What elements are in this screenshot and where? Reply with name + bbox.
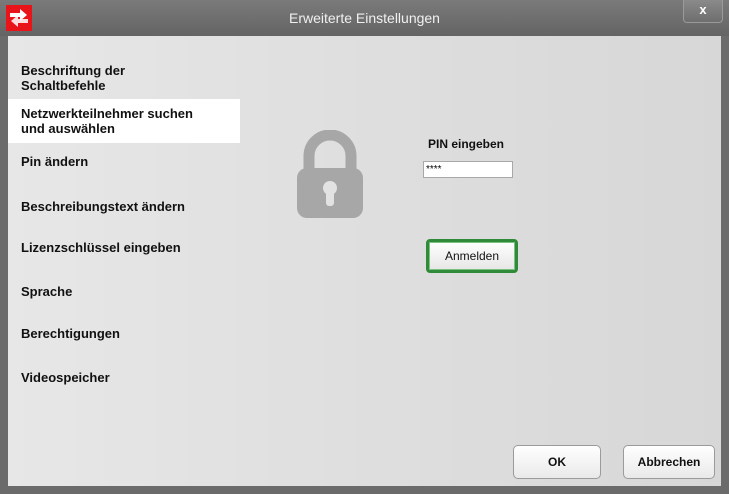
nav-item-change-description[interactable]: Beschreibungstext ändern [8, 199, 240, 214]
nav-item-button-labels[interactable]: Beschriftung der Schaltbefehle [8, 63, 240, 93]
nav-item-label: Beschriftung der [21, 63, 126, 78]
dialog-content: Beschriftung der Schaltbefehle Netzwerkt… [8, 36, 721, 486]
ok-button[interactable]: OK [513, 445, 601, 479]
pin-label: PIN eingeben [428, 137, 505, 151]
settings-nav: Beschriftung der Schaltbefehle Netzwerkt… [8, 36, 240, 486]
login-button[interactable]: Anmelden [426, 239, 518, 273]
nav-item-permissions[interactable]: Berechtigungen [8, 326, 240, 341]
nav-item-label: Netzwerkteilnehmer suchen [21, 106, 193, 121]
nav-item-language[interactable]: Sprache [8, 284, 240, 299]
nav-item-change-pin[interactable]: Pin ändern [8, 154, 240, 169]
dialog-window: Erweiterte Einstellungen x Beschriftung … [0, 0, 729, 494]
cancel-button[interactable]: Abbrechen [623, 445, 715, 479]
nav-item-label: Schaltbefehle [21, 78, 106, 93]
close-icon[interactable]: x [683, 0, 723, 23]
nav-item-video-storage[interactable]: Videospeicher [8, 370, 240, 385]
lock-icon [297, 130, 363, 218]
title-bar[interactable]: Erweiterte Einstellungen x [0, 0, 729, 36]
nav-item-network-participants[interactable]: Netzwerkteilnehmer suchen und auswählen [8, 99, 240, 143]
window-title: Erweiterte Einstellungen [289, 10, 440, 26]
nav-item-label: und auswählen [21, 121, 115, 136]
nav-item-license-key[interactable]: Lizenzschlüssel eingeben [8, 240, 240, 255]
pin-input[interactable] [423, 161, 513, 178]
